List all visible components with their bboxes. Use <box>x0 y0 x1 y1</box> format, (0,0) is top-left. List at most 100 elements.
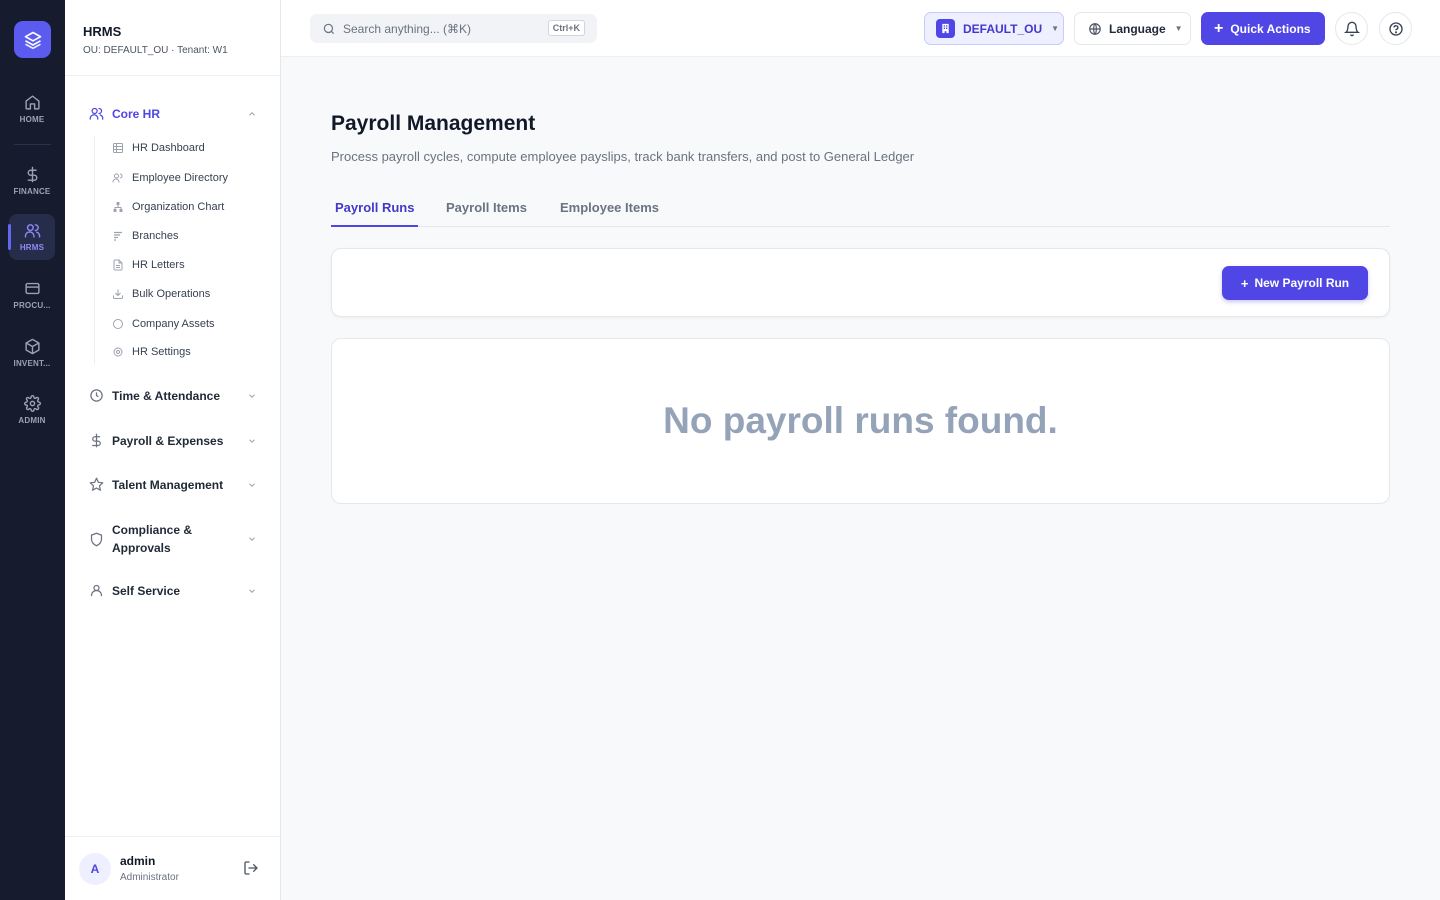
sidebar-item-label: HR Settings <box>132 346 191 358</box>
card-icon <box>24 282 40 295</box>
submenu-guide <box>94 136 95 364</box>
rail-item-finance[interactable]: FINANCE <box>9 158 55 204</box>
org-chart-icon <box>113 202 123 212</box>
sidebar-item-label: Employee Directory <box>132 172 228 184</box>
sidebar: HRMS OU: DEFAULT_OU · Tenant: W1 Core HR… <box>65 0 281 900</box>
tab-payroll-runs[interactable]: Payroll Runs <box>335 200 414 215</box>
topbar: Search anything... (⌘K) Ctrl+K DEFAULT_O… <box>281 0 1440 57</box>
sidebar-group-label: Talent Management <box>112 477 224 492</box>
sidebar-group-label: Payroll & Expenses <box>112 433 224 448</box>
help-button[interactable] <box>1379 12 1412 45</box>
building-icon <box>936 19 955 38</box>
caret-down-icon: ▼ <box>1051 24 1060 33</box>
sidebar-item-organization-chart[interactable]: Organization Chart <box>112 201 224 213</box>
tab-payroll-items[interactable]: Payroll Items <box>446 200 527 215</box>
sidebar-group-core-hr[interactable]: Core HR <box>89 106 257 121</box>
sidebar-item-employee-directory[interactable]: Employee Directory <box>112 172 228 184</box>
new-payroll-run-label: New Payroll Run <box>1254 276 1350 290</box>
user-panel: A admin Administrator <box>65 836 280 900</box>
tab-bar: Payroll Runs Payroll Items Employee Item… <box>331 190 1390 227</box>
sidebar-group-label: Self Service <box>112 583 181 598</box>
users-icon <box>24 224 40 238</box>
app-rail: HOME FINANCE HRMS PROCU... INVENT... ADM… <box>0 0 65 900</box>
sidebar-item-label: Organization Chart <box>132 201 225 213</box>
sidebar-header: HRMS OU: DEFAULT_OU · Tenant: W1 <box>83 24 228 56</box>
quick-actions-button[interactable]: + Quick Actions <box>1201 12 1325 45</box>
sidebar-item-hr-dashboard[interactable]: HR Dashboard <box>112 142 205 154</box>
branch-icon <box>114 231 122 241</box>
rail-item-hrms[interactable]: HRMS <box>8 214 55 260</box>
help-icon <box>1388 21 1403 36</box>
sidebar-group-talent-management[interactable]: Talent Management <box>89 477 257 492</box>
sidebar-item-label: Branches <box>132 230 179 242</box>
page-title: Payroll Management <box>331 112 536 135</box>
search-placeholder: Search anything... (⌘K) <box>343 21 472 36</box>
avatar[interactable]: A <box>79 853 111 885</box>
chevron-down-icon <box>249 393 255 398</box>
chevron-down-icon <box>249 482 255 487</box>
download-icon <box>113 289 123 299</box>
sidebar-item-hr-letters[interactable]: HR Letters <box>112 259 185 271</box>
language-selector[interactable]: Language ▼ <box>1074 12 1191 45</box>
sidebar-item-company-assets[interactable]: Company Assets <box>112 318 215 330</box>
sidebar-group-self-service[interactable]: Self Service <box>89 583 257 598</box>
sidebar-group-label: Core HR <box>112 106 161 121</box>
language-label: Language <box>1109 21 1166 36</box>
rail-item-procurement[interactable]: PROCU... <box>9 272 55 318</box>
rail-label: INVENT... <box>13 359 51 368</box>
circle-icon <box>113 319 123 329</box>
rail-item-home[interactable]: HOME <box>9 86 55 132</box>
star-icon <box>89 477 104 491</box>
page-description: Process payroll cycles, compute employee… <box>331 149 915 164</box>
sidebar-item-hr-settings[interactable]: HR Settings <box>112 346 191 358</box>
shortcut-hint: Ctrl+K <box>547 20 585 36</box>
toolbar-card: + New Payroll Run <box>331 248 1390 317</box>
rail-item-inventory[interactable]: INVENT... <box>9 330 55 376</box>
user-role: Administrator <box>120 872 179 883</box>
sidebar-group-payroll-expenses[interactable]: Payroll & Expenses <box>89 433 257 448</box>
users-icon <box>112 173 123 183</box>
rail-divider <box>14 144 51 145</box>
module-context: OU: DEFAULT_OU · Tenant: W1 <box>83 45 228 56</box>
bell-icon <box>1343 21 1360 36</box>
rail-label: HOME <box>19 115 45 124</box>
sidebar-group-time-attendance[interactable]: Time & Attendance <box>89 388 257 403</box>
user-name: admin <box>120 854 156 868</box>
tab-employee-items[interactable]: Employee Items <box>560 200 659 215</box>
chevron-down-icon <box>249 537 255 541</box>
shield-icon <box>90 532 103 546</box>
chevron-down-icon <box>249 588 255 593</box>
rail-label: HRMS <box>19 243 45 252</box>
sidebar-item-bulk-operations[interactable]: Bulk Operations <box>112 288 210 300</box>
quick-actions-label: Quick Actions <box>1230 21 1311 36</box>
gear-icon <box>113 347 123 357</box>
new-payroll-run-button[interactable]: + New Payroll Run <box>1222 266 1368 300</box>
notifications-button[interactable] <box>1335 12 1368 45</box>
sidebar-item-label: HR Letters <box>132 259 185 271</box>
ou-selector[interactable]: DEFAULT_OU ▼ <box>924 12 1064 45</box>
sidebar-group-compliance-approvals[interactable]: Compliance & Approvals <box>89 521 257 557</box>
plus-icon: + <box>1240 275 1249 291</box>
empty-state-card: No payroll runs found. <box>331 338 1390 504</box>
plus-icon: + <box>1214 19 1224 37</box>
chevron-up-icon <box>249 111 255 116</box>
rail-item-admin[interactable]: ADMIN <box>9 387 55 433</box>
active-tab-indicator <box>331 225 418 227</box>
app-logo[interactable] <box>14 21 51 58</box>
ou-label: DEFAULT_OU <box>963 21 1043 36</box>
clock-icon <box>90 389 103 402</box>
sidebar-group-label: Compliance & Approvals <box>112 523 193 555</box>
layers-icon <box>24 31 41 49</box>
search-icon <box>323 23 335 34</box>
caret-down-icon: ▼ <box>1174 24 1183 33</box>
gear-icon <box>23 395 41 412</box>
rail-label: PROCU... <box>13 301 51 310</box>
sidebar-item-label: Company Assets <box>132 318 215 330</box>
dollar-icon <box>92 433 101 448</box>
home-icon <box>24 95 40 110</box>
search-input[interactable]: Search anything... (⌘K) Ctrl+K <box>310 14 597 43</box>
sidebar-item-branches[interactable]: Branches <box>112 230 178 242</box>
empty-state-message: No payroll runs found. <box>663 400 1058 441</box>
module-title: HRMS <box>83 24 122 39</box>
logout-icon[interactable] <box>243 860 259 876</box>
